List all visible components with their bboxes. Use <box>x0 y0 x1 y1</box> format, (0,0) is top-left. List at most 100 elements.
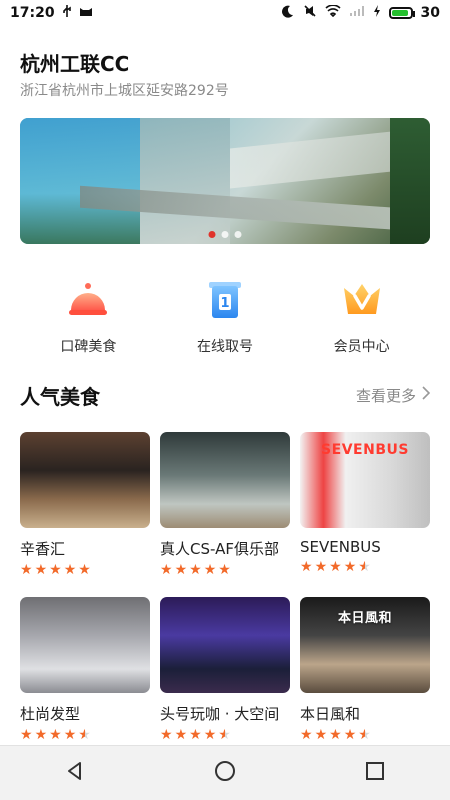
star-icon: ★ <box>63 562 77 578</box>
star-icon: ★ <box>20 727 33 743</box>
half-star-icon: ★ <box>218 727 231 743</box>
store-name: 真人CS-AF俱乐部 <box>160 540 279 558</box>
quick-action-food[interactable]: 口碑美食 <box>28 280 148 355</box>
carousel-dot-2[interactable] <box>221 231 229 238</box>
star-icon: ★ <box>34 727 48 743</box>
star-icon: ★ <box>300 559 313 575</box>
half-star-icon: ★ <box>358 727 371 743</box>
food-cloche-icon <box>65 280 111 320</box>
rating-stars: ★ ★ ★ ★ ★ <box>20 563 150 577</box>
store-name: 头号玩咖 · 大空间 <box>160 705 280 723</box>
star-icon: ★ <box>314 727 328 743</box>
rating-stars: ★ ★ ★ ★ ★ <box>160 563 290 577</box>
store-thumbnail: SEVENBUS <box>300 432 430 528</box>
star-icon: ★ <box>329 727 342 743</box>
star-icon: ★ <box>160 727 173 743</box>
store-thumbnail <box>160 432 290 528</box>
charging-icon <box>373 5 381 21</box>
quick-action-queue[interactable]: 1 在线取号 <box>165 280 285 355</box>
signal-icon <box>349 5 365 21</box>
venue-title: 杭州工联CC <box>20 52 130 76</box>
store-thumbnail <box>20 432 150 528</box>
section-title: 人气美食 <box>20 384 100 409</box>
half-star-icon: ★ <box>78 727 91 743</box>
store-name: 杜尚发型 <box>20 705 81 723</box>
usb-icon <box>61 4 73 22</box>
carousel-dot-1[interactable] <box>208 231 216 238</box>
star-icon: ★ <box>49 562 62 578</box>
rating-stars: ★ ★ ★ ★ ★ <box>300 560 430 574</box>
back-icon[interactable] <box>64 760 86 786</box>
store-name: 辛香汇 <box>20 540 66 558</box>
banner-glass-wall <box>140 118 230 244</box>
star-icon: ★ <box>49 727 62 743</box>
star-icon: ★ <box>203 562 217 578</box>
store-thumbnail: 本日風和 <box>300 597 430 693</box>
store-card[interactable]: 真人CS-AF俱乐部 ★ ★ ★ ★ ★ <box>160 432 290 577</box>
star-icon: ★ <box>20 562 33 578</box>
star-icon: ★ <box>218 562 231 578</box>
star-icon: ★ <box>189 727 202 743</box>
star-icon: ★ <box>63 727 77 743</box>
store-thumbnail <box>20 597 150 693</box>
star-icon: ★ <box>329 559 342 575</box>
half-star-icon: ★ <box>358 559 371 575</box>
see-more-link[interactable]: 查看更多 <box>355 385 431 406</box>
star-icon: ★ <box>160 562 173 578</box>
banner-tree <box>390 118 430 244</box>
store-grid: 辛香汇 ★ ★ ★ ★ ★ 真人CS-AF俱乐部 ★ ★ ★ ★ ★ SEVENBUS SEVE… <box>20 432 430 742</box>
status-right: 30 <box>281 4 440 22</box>
store-thumbnail <box>160 597 290 693</box>
vip-crown-icon <box>339 280 385 320</box>
star-icon: ★ <box>343 559 357 575</box>
quick-action-label: 口碑美食 <box>60 339 117 355</box>
star-icon: ★ <box>203 727 217 743</box>
battery-icon <box>388 7 415 19</box>
status-time: 17:20 <box>10 5 55 21</box>
quick-action-label: 在线取号 <box>196 339 253 355</box>
store-card[interactable]: SEVENBUS SEVENBUS ★ ★ ★ ★ ★ <box>300 432 430 577</box>
quick-actions: 口碑美食 1 在线取号 会员中心 <box>20 280 430 355</box>
status-left: 17:20 <box>10 4 93 22</box>
carousel-dots <box>208 231 242 238</box>
quick-action-label: 会员中心 <box>333 339 390 355</box>
status-bar: 17:20 30 <box>0 0 450 26</box>
store-card[interactable]: 杜尚发型 ★ ★ ★ ★ ★ <box>20 597 150 742</box>
notification-cat-icon <box>79 5 93 21</box>
wifi-icon <box>324 4 341 21</box>
home-icon[interactable] <box>213 759 237 787</box>
star-icon: ★ <box>174 727 188 743</box>
rating-stars: ★ ★ ★ ★ ★ <box>20 728 150 742</box>
see-more-label: 查看更多 <box>355 386 416 405</box>
star-icon: ★ <box>34 562 48 578</box>
carousel-dot-3[interactable] <box>234 231 242 238</box>
star-icon: ★ <box>300 727 313 743</box>
system-nav-bar <box>0 745 450 800</box>
store-card[interactable]: 辛香汇 ★ ★ ★ ★ ★ <box>20 432 150 577</box>
mute-icon <box>303 4 317 22</box>
store-sign: 本日風和 <box>337 611 393 626</box>
store-name: SEVENBUS <box>300 538 381 556</box>
star-icon: ★ <box>78 562 91 578</box>
store-card[interactable]: 头号玩咖 · 大空间 ★ ★ ★ ★ ★ <box>160 597 290 742</box>
popular-food-header: 人气美食 查看更多 <box>20 380 431 410</box>
store-sign: SEVENBUS <box>321 442 409 458</box>
store-name: 本日風和 <box>300 705 361 723</box>
rating-stars: ★ ★ ★ ★ ★ <box>300 728 430 742</box>
chevron-right-icon <box>422 386 431 404</box>
recents-icon[interactable] <box>364 760 386 786</box>
quick-action-member[interactable]: 会员中心 <box>302 280 422 355</box>
queue-ticket-icon: 1 <box>202 280 248 320</box>
star-icon: ★ <box>343 727 357 743</box>
battery-level: 30 <box>420 5 440 21</box>
svg-text:1: 1 <box>220 296 229 311</box>
banner-carousel[interactable] <box>20 118 430 244</box>
star-icon: ★ <box>189 562 202 578</box>
rating-stars: ★ ★ ★ ★ ★ <box>160 728 290 742</box>
star-icon: ★ <box>174 562 188 578</box>
do-not-disturb-icon <box>281 4 295 22</box>
star-icon: ★ <box>314 559 328 575</box>
store-card[interactable]: 本日風和 本日風和 ★ ★ ★ ★ ★ <box>300 597 430 742</box>
venue-address: 浙江省杭州市上城区延安路292号 <box>20 83 229 99</box>
banner-aquarium <box>20 118 140 244</box>
